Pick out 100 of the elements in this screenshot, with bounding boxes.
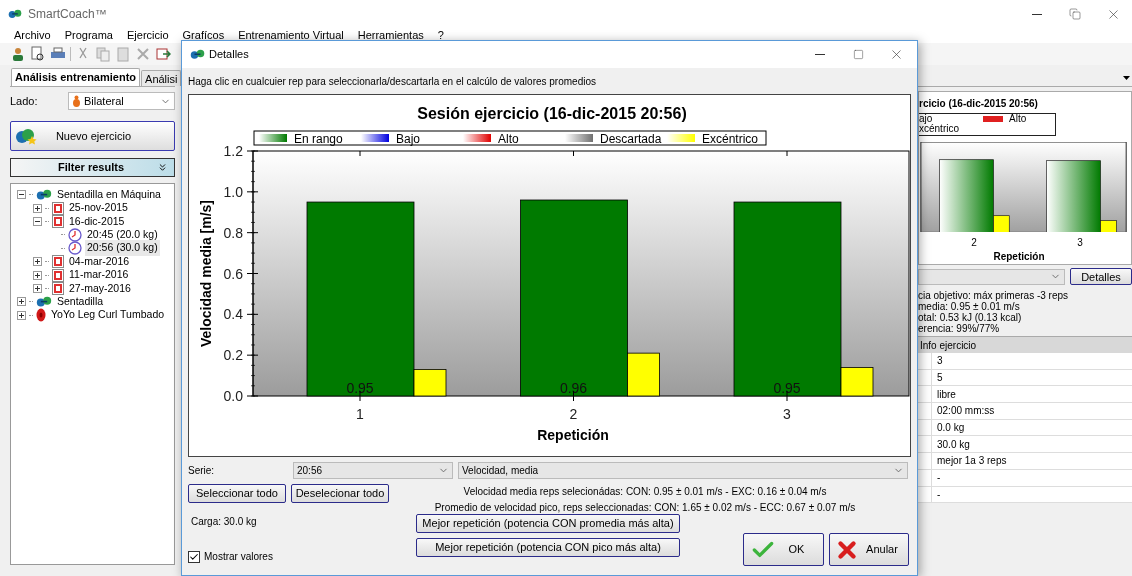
cancel-button[interactable]: Anular xyxy=(829,533,909,566)
instruction-text: Haga clic en cualcuier rep para seleccionarla/descartarla en el calcúlo de valores promedios xyxy=(188,75,597,88)
value-label: 0.95 xyxy=(346,380,374,396)
dumbbell-star-icon xyxy=(15,127,37,145)
legend-label: Alto xyxy=(498,131,519,146)
tree-item[interactable]: 20:45 (20.0 kg) xyxy=(85,227,160,243)
tree-item[interactable]: 25-nov-2015 xyxy=(67,200,130,216)
dumbbell-icon xyxy=(36,296,52,308)
clock-icon xyxy=(68,241,82,256)
tab[interactable]: Análisis entrenamiento xyxy=(11,68,141,86)
field-label: Serie: xyxy=(188,463,216,478)
calendar-icon xyxy=(52,268,64,282)
table-cell-text: 0.0 kg xyxy=(936,421,965,436)
ok-button[interactable]: OK xyxy=(743,533,824,566)
y-tick-label: 0.2 xyxy=(223,347,243,364)
best-rep-button[interactable]: Mejor repetición (potencia CON promedia más alta) xyxy=(416,514,680,533)
y-tick-label: 0.4 xyxy=(223,306,243,323)
tree-item[interactable]: 20:56 (30.0 kg) xyxy=(85,240,160,257)
x-tick-label: 2 xyxy=(569,406,578,422)
new-exercise-button[interactable]: Nuevo ejercicio xyxy=(10,121,175,151)
legend-label: Alto xyxy=(1009,114,1027,125)
y-tick-label: 0.6 xyxy=(223,265,243,282)
metric-dropdown[interactable]: Velocidad, media xyxy=(458,461,908,479)
window-title: SmartCoach™ xyxy=(28,6,107,23)
series-dropdown[interactable]: 20:56 xyxy=(293,461,453,479)
details-button[interactable]: Detalles xyxy=(1070,268,1132,285)
best-rep-button[interactable]: Mejor repetición (potencia CON pico más alta) xyxy=(416,538,680,557)
menu-item[interactable]: Ejercicio xyxy=(127,27,169,44)
menu-item[interactable]: Entrenamiento Virtual xyxy=(238,27,344,44)
tab[interactable]: Análisi xyxy=(141,70,182,86)
app-logo xyxy=(8,9,22,19)
legend-label: Excéntrico xyxy=(702,131,759,146)
double-chevron-icon xyxy=(157,162,168,173)
info-text: otal: 0.53 kJ (0.13 kcal) xyxy=(918,312,1023,323)
x-tick-label: 3 xyxy=(1076,236,1084,249)
legend-label: Descartada xyxy=(600,131,662,146)
y-axis-title: Velocidad media [m/s] xyxy=(198,199,214,348)
person-icon[interactable] xyxy=(10,46,26,62)
dialog-title: Detalles xyxy=(209,47,249,63)
expand-icon[interactable] xyxy=(33,203,42,213)
bar[interactable] xyxy=(840,367,874,397)
calendar-icon xyxy=(52,201,64,215)
value-label: 0.96 xyxy=(559,380,588,396)
collapse-icon[interactable] xyxy=(33,216,42,226)
bar[interactable] xyxy=(413,369,447,397)
y-tick-label: 0.8 xyxy=(223,224,243,241)
load-text: Carga: 30.0 kg xyxy=(190,515,258,529)
field-label: Lado: xyxy=(10,93,39,109)
table-cell-text: 02:00 mm:ss xyxy=(936,404,995,419)
expand-icon[interactable] xyxy=(33,270,42,280)
checkbox[interactable] xyxy=(188,550,200,563)
x-tick-label: 2 xyxy=(970,236,978,249)
dropdown-arrow-icon[interactable] xyxy=(1123,75,1130,80)
menu-item[interactable]: Herramientas xyxy=(357,27,424,44)
chart-title: rcicio (16-dic-2015 20:56) xyxy=(919,97,1039,111)
minimize-icon xyxy=(1032,13,1042,15)
legend-label: Bajo xyxy=(396,131,421,146)
table-cell-text: 30.0 kg xyxy=(936,437,970,452)
clock-icon xyxy=(68,227,82,242)
side-dropdown[interactable]: Bilateral xyxy=(68,92,175,110)
x-axis-title: Repetición xyxy=(992,250,1046,264)
tree-item[interactable]: 16-dic-2015 xyxy=(67,213,127,230)
yoyo-icon xyxy=(36,308,46,323)
stats-text: Promedio de velocidad pico, reps seleccionadas: CON: 1.65 ± 0.02 m/s - ECC: 0.67 ± 0.07 m/s xyxy=(434,501,856,515)
select-all-button[interactable]: Seleccionar todo xyxy=(188,484,286,503)
legend-label: xcéntrico xyxy=(919,124,960,135)
menu-item[interactable]: Programa xyxy=(64,27,113,44)
collapse-icon[interactable] xyxy=(17,190,26,200)
expand-icon[interactable] xyxy=(33,283,42,293)
tree-item[interactable]: 11-mar-2016 xyxy=(67,267,131,283)
y-tick-label: 1.0 xyxy=(223,183,243,200)
maximize-icon xyxy=(852,49,864,60)
bar[interactable] xyxy=(627,352,660,397)
legend-label: ajo xyxy=(919,114,933,125)
table-cell-text: 5 xyxy=(936,371,943,386)
export-icon[interactable] xyxy=(155,46,171,62)
document-search-icon[interactable] xyxy=(30,46,46,62)
expand-icon[interactable] xyxy=(17,310,26,320)
menu-item[interactable]: Archivo xyxy=(14,27,51,44)
checkbox-label: Mostrar valores xyxy=(204,550,273,564)
stats-text: Velocidad media reps selecionádas: CON: 0.95 ± 0.01 m/s - EXC: 0.16 ± 0.04 m/s xyxy=(463,485,827,499)
minimize-icon xyxy=(815,54,825,55)
table-cell-text: - xyxy=(936,487,941,502)
y-tick-label: 1.2 xyxy=(223,143,243,159)
x-axis-title: Repetición xyxy=(537,427,609,443)
value-label: 0.95 xyxy=(773,380,801,396)
x-tick-label: 1 xyxy=(356,406,364,422)
deselect-all-button[interactable]: Deselecionar todo xyxy=(291,484,389,503)
expand-icon[interactable] xyxy=(33,257,42,267)
info-text: erencia: 99%/77% xyxy=(918,323,1001,334)
expand-icon[interactable] xyxy=(17,297,26,307)
y-tick-label: 0.0 xyxy=(223,388,243,404)
menu-item[interactable]: ? xyxy=(437,27,444,44)
menu-item[interactable]: Grafícos xyxy=(182,27,225,44)
calendar-icon xyxy=(52,281,64,295)
tree-item[interactable]: YoYo Leg Curl Tumbado xyxy=(49,307,167,324)
x-tick-label: 3 xyxy=(783,406,791,422)
legend-label: En rango xyxy=(294,131,343,146)
tree-item[interactable]: Sentadilla en Máquina xyxy=(55,186,163,203)
filter-results-button[interactable]: Filter results xyxy=(10,158,175,177)
